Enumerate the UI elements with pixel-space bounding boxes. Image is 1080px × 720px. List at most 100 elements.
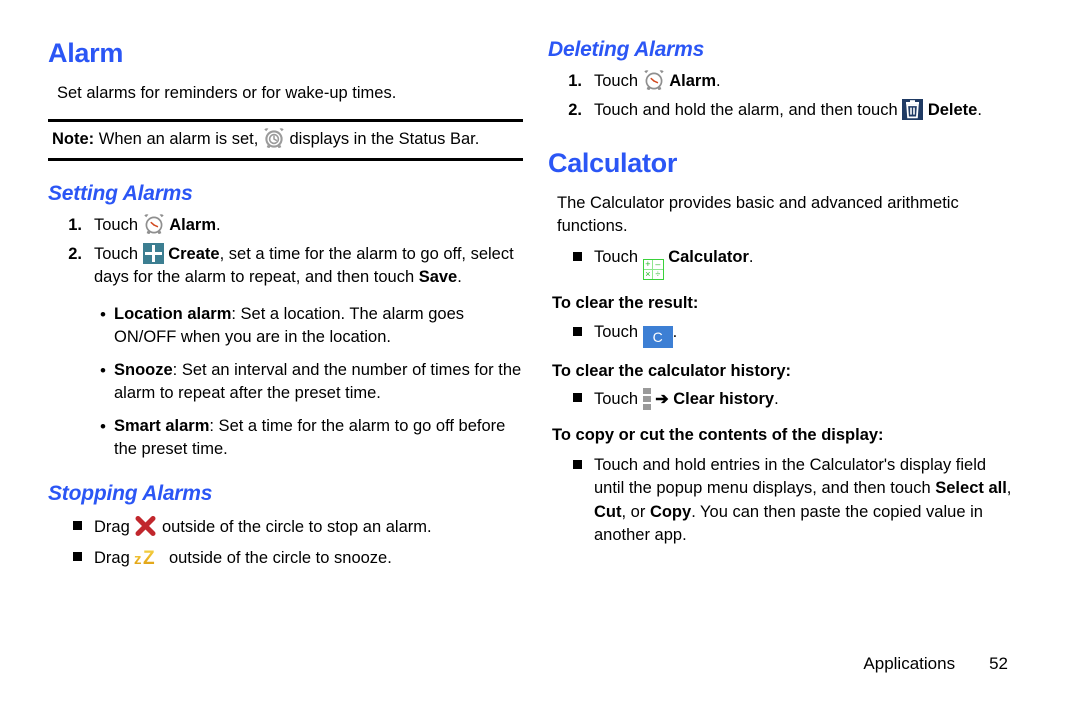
- clear-result-body: Touch C.: [594, 321, 1018, 348]
- page-footer: Applications 52: [0, 654, 1008, 674]
- drag-post-text: outside of the circle to snooze.: [164, 549, 392, 567]
- note-label: Note:: [52, 130, 95, 148]
- section-setting-alarms: Setting Alarms: [48, 182, 193, 205]
- step-post-text: .: [716, 72, 721, 90]
- subheading-copy-or-cut: To copy or cut the contents of the displ…: [552, 425, 884, 444]
- square-bullet-icon: [548, 246, 594, 270]
- section-stopping-alarms: Stopping Alarms: [48, 481, 213, 505]
- list-item-delete-step-2: 2. Touch and hold the alarm, and then to…: [548, 98, 1018, 123]
- snooze-alarm-body: Drag z Z outside of the circle to snooze…: [94, 546, 523, 571]
- touch-calculator-body: Touch + – × ÷ Calculator.: [594, 246, 1018, 280]
- step-pre-text: Touch: [94, 244, 143, 263]
- copy-label: Copy: [649, 502, 692, 521]
- alarm-clock-icon: [263, 128, 285, 148]
- touch-pre-text: Touch: [594, 390, 643, 408]
- touch-post-text: .: [748, 248, 754, 266]
- page-title-alarm: Alarm: [48, 38, 124, 68]
- right-column: Deleting Alarms 1. Touch Alarm. 2. Touch…: [548, 0, 1018, 548]
- footer-section-label: Applications: [863, 654, 956, 673]
- step-pre-text: Touch and hold the alarm, and then touch: [594, 100, 903, 119]
- select-all-label: Select all: [935, 479, 1007, 497]
- touch-bold-label: Calculator: [668, 248, 749, 266]
- square-bullet-icon: [48, 546, 94, 570]
- arrow-right-icon: ➔: [655, 391, 669, 408]
- bullet-term: Location alarm: [114, 304, 232, 323]
- left-column: Alarm Set alarms for reminders or for wa…: [48, 0, 523, 571]
- step-pre-text: Touch: [94, 216, 143, 234]
- list-item-clear-result: Touch C.: [548, 321, 1018, 348]
- list-item-stop-alarm: Drag outside of the circle to stop an al…: [48, 515, 523, 540]
- subheading-clear-result: To clear the result:: [552, 294, 699, 312]
- trash-delete-icon[interactable]: [902, 98, 924, 120]
- list-item-copy-or-cut: Touch and hold entries in the Calculator…: [548, 454, 1018, 548]
- note-text-before: When an alarm is set,: [94, 130, 263, 148]
- step-post-text: .: [977, 100, 982, 119]
- step-body: Touch Alarm.: [94, 214, 523, 238]
- step-number: 1.: [68, 216, 82, 234]
- kebab-menu-icon[interactable]: [642, 387, 651, 410]
- list-item-step-2: 2. Touch Create, set a time for the alar…: [48, 242, 523, 290]
- list-item-snooze: • Snooze: Set an interval and the number…: [100, 359, 523, 406]
- subheading-clear-history: To clear the calculator history:: [552, 362, 792, 380]
- note-line: Note: When an alarm is set, displays in …: [52, 128, 523, 151]
- calculator-intro-text: The Calculator provides basic and advanc…: [557, 194, 959, 235]
- square-bullet-icon: [548, 321, 594, 345]
- bullet-body: Snooze: Set an interval and the number o…: [114, 359, 523, 406]
- manual-page: Alarm Set alarms for reminders or for wa…: [0, 0, 1080, 720]
- touch-pre-text: Touch: [594, 323, 643, 341]
- copy-or-cut-body: Touch and hold entries in the Calculator…: [594, 454, 1018, 548]
- svg-text:Z: Z: [143, 548, 155, 568]
- calc-divide-glyph: ÷: [655, 269, 661, 279]
- svg-text:z: z: [134, 551, 142, 568]
- step-bold-label-2: Save: [418, 268, 458, 286]
- create-plus-icon[interactable]: [142, 242, 164, 264]
- copy-mid-text-1: ,: [1006, 479, 1012, 497]
- square-bullet-icon: [548, 454, 594, 478]
- list-item-location-alarm: • Location alarm: Set a location. The al…: [100, 303, 523, 350]
- step-number: 2.: [568, 100, 582, 119]
- step-bold-label: Alarm: [669, 72, 716, 90]
- alarm-clock-icon[interactable]: [143, 214, 165, 234]
- alarm-clock-icon[interactable]: [643, 70, 665, 90]
- calculator-icon[interactable]: + – × ÷: [642, 259, 664, 280]
- footer-page-number: 52: [989, 654, 1008, 673]
- step-post-text: .: [216, 216, 221, 234]
- list-item-smart-alarm: • Smart alarm: Set a time for the alarm …: [100, 415, 523, 462]
- bullet-dot-icon: •: [100, 360, 106, 380]
- step-number: 1.: [568, 72, 582, 90]
- drag-pre-text: Drag: [94, 517, 135, 536]
- note-box: Note: When an alarm is set, displays in …: [48, 119, 523, 161]
- list-item-delete-step-1: 1. Touch Alarm.: [548, 70, 1018, 94]
- section-deleting-alarms: Deleting Alarms: [548, 38, 705, 61]
- clear-history-bold-label: Clear history: [673, 390, 775, 408]
- clear-c-key-icon[interactable]: C: [642, 326, 673, 348]
- step-body: Touch Alarm.: [594, 70, 1018, 94]
- bullet-dot-icon: •: [100, 304, 106, 324]
- calc-times-glyph: ×: [644, 270, 654, 279]
- red-x-icon[interactable]: [134, 515, 157, 537]
- step-bold-label: Alarm: [169, 216, 216, 234]
- bullet-term: Snooze: [114, 360, 173, 379]
- step-number: 2.: [68, 244, 82, 263]
- bullet-text: : Set an interval and the number of time…: [114, 360, 522, 403]
- square-bullet-icon: [48, 515, 94, 539]
- step-bold-label: Create: [168, 244, 220, 263]
- step-pre-text: Touch: [594, 72, 643, 90]
- step-body: Touch Create, set a time for the alarm t…: [94, 242, 523, 290]
- copy-mid-text-2: , or: [621, 502, 650, 521]
- stop-alarm-body: Drag outside of the circle to stop an al…: [94, 515, 523, 540]
- square-bullet-icon: [548, 387, 594, 411]
- touch-post-text: .: [774, 390, 779, 408]
- alarm-intro-text: Set alarms for reminders or for wake-up …: [57, 84, 397, 102]
- touch-pre-text: Touch: [594, 248, 643, 266]
- note-text-after: displays in the Status Bar.: [284, 130, 480, 148]
- page-title-calculator: Calculator: [548, 148, 678, 178]
- clear-history-body: Touch ➔ Clear history.: [594, 387, 1018, 412]
- snooze-zz-icon[interactable]: z Z: [134, 546, 164, 568]
- bullet-dot-icon: •: [100, 416, 106, 436]
- list-item-snooze-alarm: Drag z Z outside of the circle to snooze…: [48, 546, 523, 571]
- copy-pre-text: Touch and hold entries in the Calculator…: [594, 455, 987, 498]
- cut-label: Cut: [594, 502, 622, 521]
- step-body: Touch and hold the alarm, and then touch…: [594, 98, 1018, 123]
- drag-post-text: outside of the circle to stop an alarm.: [157, 517, 432, 536]
